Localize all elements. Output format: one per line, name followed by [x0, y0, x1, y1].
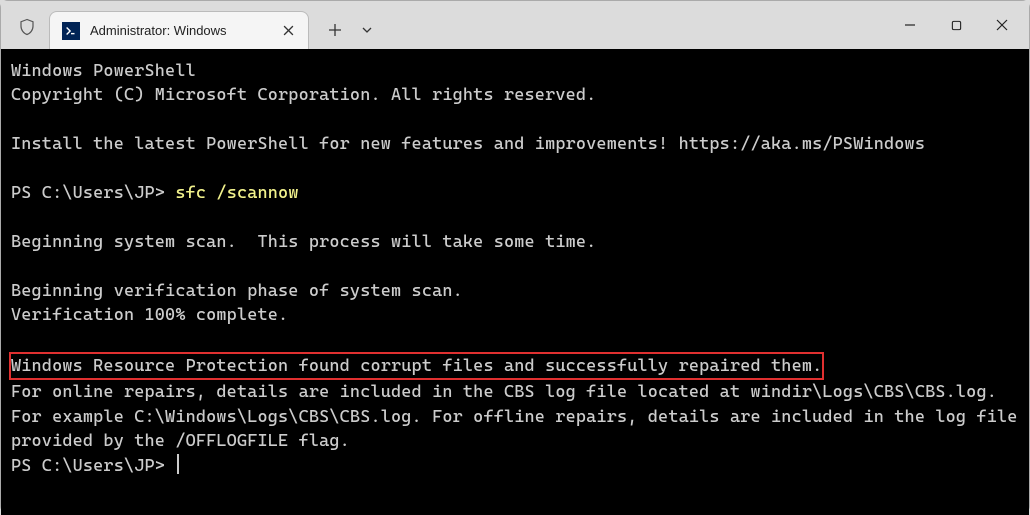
- close-window-button[interactable]: [979, 7, 1025, 43]
- tab-active[interactable]: Administrator: Windows: [49, 11, 309, 49]
- output-line: Verification 100% complete.: [11, 305, 288, 325]
- highlighted-result: Windows Resource Protection found corrup…: [9, 352, 824, 380]
- titlebar: Administrator: Windows: [1, 1, 1029, 49]
- shield-icon: [17, 17, 37, 37]
- prompt: PS C:\Users\JP>: [11, 183, 175, 203]
- output-line: Install the latest PowerShell for new fe…: [11, 134, 925, 154]
- tab-dropdown-button[interactable]: [355, 14, 379, 46]
- output-line: Beginning verification phase of system s…: [11, 281, 463, 301]
- close-tab-button[interactable]: [280, 23, 296, 39]
- prompt: PS C:\Users\JP>: [11, 456, 175, 476]
- terminal-output[interactable]: Windows PowerShell Copyright (C) Microso…: [1, 49, 1029, 515]
- maximize-button[interactable]: [933, 7, 979, 43]
- window-controls: [887, 1, 1029, 49]
- output-line: For online repairs, details are included…: [11, 382, 1028, 451]
- command-text: sfc /scannow: [175, 183, 298, 203]
- output-line: Copyright (C) Microsoft Corporation. All…: [11, 85, 596, 105]
- titlebar-left: Administrator: Windows: [9, 1, 379, 49]
- output-line: Windows PowerShell: [11, 61, 196, 81]
- output-line: Beginning system scan. This process will…: [11, 232, 596, 252]
- minimize-button[interactable]: [887, 7, 933, 43]
- tab-title: Administrator: Windows: [90, 23, 270, 38]
- powershell-icon: [62, 22, 80, 40]
- new-tab-button[interactable]: [319, 14, 351, 46]
- cursor: [177, 454, 179, 474]
